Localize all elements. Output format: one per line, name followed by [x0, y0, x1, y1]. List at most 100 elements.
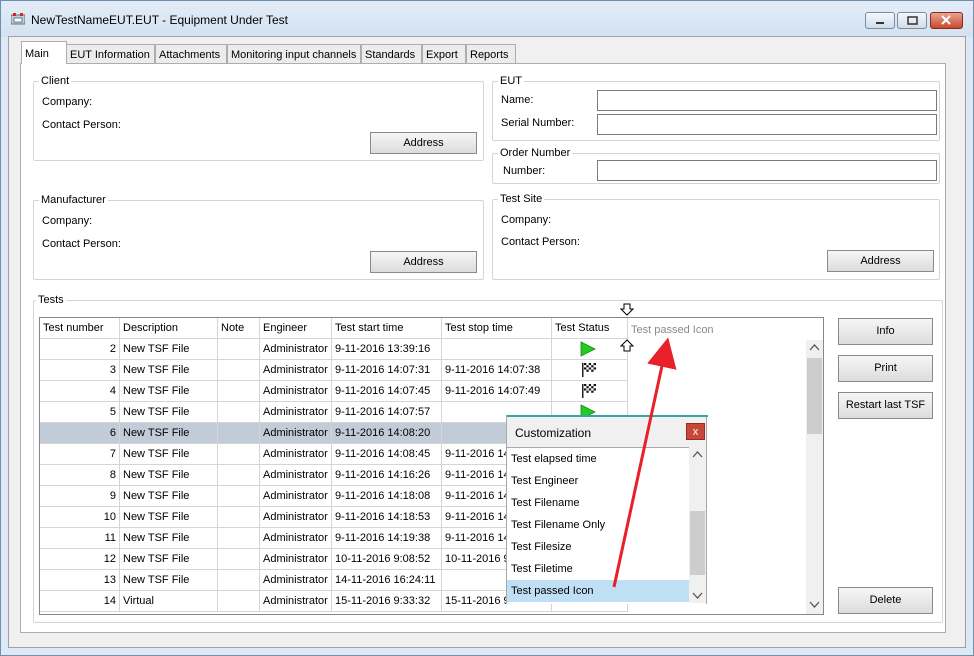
cell-test-number: 3	[40, 360, 120, 381]
manufacturer-group-title: Manufacturer	[39, 194, 108, 206]
cell-description: New TSF File	[120, 339, 218, 360]
cell-description: New TSF File	[120, 486, 218, 507]
tab-standards[interactable]: Standards	[361, 44, 422, 63]
cell-engineer: Administrator	[260, 465, 332, 486]
customization-list-item[interactable]: Test Filename	[507, 492, 689, 514]
cell-start-time: 9-11-2016 14:18:08	[332, 486, 442, 507]
cell-description: Virtual	[120, 591, 218, 612]
client-company-label: Company:	[42, 96, 93, 108]
tab-label: Monitoring input channels	[231, 49, 357, 61]
cell-description: New TSF File	[120, 423, 218, 444]
cell-start-time: 15-11-2016 9:33:32	[332, 591, 442, 612]
customization-field-list[interactable]: Test elapsed time Test Engineer Test Filen…	[507, 447, 706, 604]
cell-test-number: 2	[40, 339, 120, 360]
delete-button[interactable]: Delete	[838, 587, 933, 614]
drag-preview-column-header: Test passed Icon	[628, 318, 808, 339]
cell-start-time: 9-11-2016 14:07:31	[332, 360, 442, 381]
cell-engineer: Administrator	[260, 402, 332, 423]
client-group-title: Client	[39, 75, 72, 87]
column-header-description[interactable]: Description	[120, 318, 218, 339]
eut-group-title: EUT	[498, 75, 524, 87]
info-button[interactable]: Info	[838, 318, 933, 345]
cell-engineer: Administrator	[260, 423, 332, 444]
restart-last-tsf-button[interactable]: Restart last TSF	[838, 392, 933, 419]
customization-list-item[interactable]: Test Filename Only	[507, 514, 689, 536]
cell-description: New TSF File	[120, 444, 218, 465]
cell-stop-time: 9-11-2016 14:07:49	[442, 381, 552, 402]
cell-stop-time: 9-11-2016 14:07:38	[442, 360, 552, 381]
tab-label: Attachments	[159, 49, 221, 61]
tab-label: Reports	[470, 49, 509, 61]
checkered-flag-icon	[582, 363, 596, 377]
cell-engineer: Administrator	[260, 591, 332, 612]
manufacturer-company-label: Company:	[42, 215, 93, 227]
tab-export[interactable]: Export	[422, 44, 466, 63]
eut-serial-label: Serial Number:	[501, 117, 575, 129]
title-bar[interactable]: NewTestNameEUT.EUT - Equipment Under Tes…	[1, 1, 973, 37]
order-number-field[interactable]	[597, 160, 937, 181]
tab-attachments[interactable]: Attachments	[155, 44, 227, 63]
cell-engineer: Administrator	[260, 570, 332, 591]
customization-list-item[interactable]: Test Filetime	[507, 558, 689, 580]
cell-status: passed	[552, 339, 628, 360]
minimize-button[interactable]	[865, 12, 895, 29]
scrollbar-graphics	[690, 451, 705, 599]
tab-reports[interactable]: Reports	[466, 44, 516, 63]
cell-start-time: 9-11-2016 13:39:16	[332, 339, 442, 360]
cell-test-number: 11	[40, 528, 120, 549]
customization-title: Customization	[515, 426, 592, 440]
cell-test-number: 4	[40, 381, 120, 402]
cell-start-time: 14-11-2016 16:24:11	[332, 570, 442, 591]
cell-engineer: Administrator	[260, 360, 332, 381]
grid-vertical-scrollbar[interactable]	[806, 340, 823, 614]
cell-description: New TSF File	[120, 381, 218, 402]
cell-note	[218, 465, 260, 486]
maximize-icon	[907, 16, 918, 25]
cell-test-number: 8	[40, 465, 120, 486]
cell-note	[218, 381, 260, 402]
drop-target-down-arrow-icon	[620, 303, 634, 316]
customization-list-item[interactable]: Test Filesize	[507, 536, 689, 558]
cell-stop-time	[442, 339, 552, 360]
customization-close-button[interactable]: x	[686, 423, 705, 440]
column-header-engineer[interactable]: Engineer	[260, 318, 332, 339]
customization-list-item[interactable]: Test passed Icon	[507, 580, 689, 602]
cell-note	[218, 591, 260, 612]
cell-description: New TSF File	[120, 507, 218, 528]
cell-test-number: 13	[40, 570, 120, 591]
customization-list-item[interactable]: Test elapsed time	[507, 448, 689, 470]
cell-engineer: Administrator	[260, 339, 332, 360]
tab-eut-information[interactable]: EUT Information	[66, 44, 155, 63]
column-header-test-start-time[interactable]: Test start time	[332, 318, 442, 339]
eut-serial-field[interactable]	[597, 114, 937, 135]
manufacturer-address-button[interactable]: Address	[370, 251, 477, 273]
cell-test-number: 7	[40, 444, 120, 465]
cell-engineer: Administrator	[260, 486, 332, 507]
cell-description: New TSF File	[120, 570, 218, 591]
tab-label: Standards	[365, 49, 416, 61]
column-header-test-number[interactable]: Test number	[40, 318, 120, 339]
drop-target-up-arrow-icon	[620, 339, 634, 352]
cell-test-number: 5	[40, 402, 120, 423]
customization-list-item[interactable]: Test Engineer	[507, 470, 689, 492]
cell-status: finished	[552, 360, 628, 381]
maximize-button[interactable]	[897, 12, 927, 29]
close-icon	[941, 15, 951, 25]
tab-label: Export	[426, 49, 458, 61]
test-site-address-button[interactable]: Address	[827, 250, 934, 272]
client-address-button[interactable]: Address	[370, 132, 477, 154]
cell-start-time: 9-11-2016 14:18:53	[332, 507, 442, 528]
print-button[interactable]: Print	[838, 355, 933, 382]
cell-start-time: 9-11-2016 14:07:45	[332, 381, 442, 402]
tab-monitoring-input-channels[interactable]: Monitoring input channels	[227, 44, 361, 63]
eut-name-field[interactable]	[597, 90, 937, 111]
column-header-test-status[interactable]: Test Status	[552, 318, 628, 339]
cell-note	[218, 570, 260, 591]
column-header-test-stop-time[interactable]: Test stop time	[442, 318, 552, 339]
close-window-button[interactable]	[930, 12, 963, 29]
column-header-note[interactable]: Note	[218, 318, 260, 339]
customization-list-scrollbar[interactable]	[689, 447, 706, 603]
tab-main[interactable]: Main	[21, 41, 67, 64]
scrollbar-graphics	[807, 344, 822, 608]
cell-description: New TSF File	[120, 402, 218, 423]
